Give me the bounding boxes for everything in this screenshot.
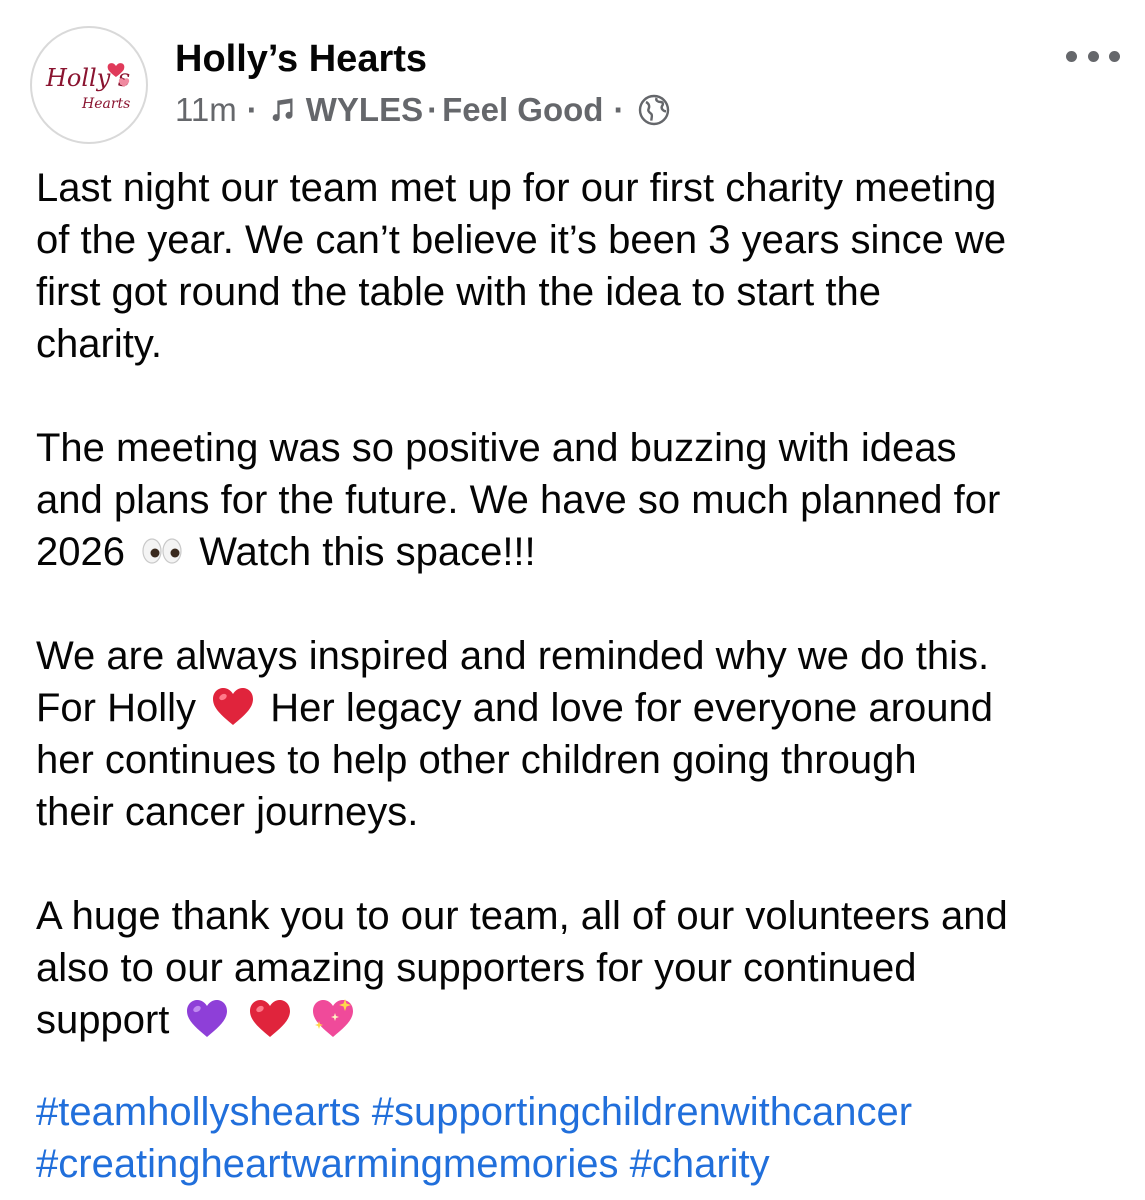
text-line: We are always inspired and reminded why … <box>36 634 990 678</box>
music-song[interactable]: Feel Good <box>442 91 603 129</box>
text-fragment: 2026 <box>36 530 125 574</box>
paragraph-4: A huge thank you to our team, all of our… <box>36 890 1126 1046</box>
paragraph-2: The meeting was so positive and buzzing … <box>36 422 1126 578</box>
eyes-emoji-icon <box>142 538 182 564</box>
music-separator-dot: · <box>427 91 439 128</box>
page-name[interactable]: Holly’s Hearts <box>175 38 427 81</box>
text-fragment: support <box>36 998 170 1042</box>
hashtag-line: #teamhollyshearts #supportingchildrenwit… <box>36 1086 1126 1138</box>
text-line: A huge thank you to our team, all of our… <box>36 894 1008 938</box>
more-options-icon[interactable] <box>1066 46 1120 66</box>
hashtag-link[interactable]: #teamhollyshearts <box>36 1090 361 1134</box>
text-line: Last night our team met up for our first… <box>36 166 997 210</box>
purple-heart-emoji-icon <box>186 1000 227 1037</box>
text-line: For Holly Her legacy and love for everyo… <box>36 682 1126 734</box>
red-heart-emoji-icon <box>213 688 254 725</box>
red-heart-emoji-icon <box>249 1000 290 1037</box>
text-line: of the year. We can’t believe it’s been … <box>36 218 1007 262</box>
sparkling-heart-emoji-icon <box>312 999 353 1037</box>
post-body: Last night our team met up for our first… <box>36 162 1126 1098</box>
hashtag-line: #creatingheartwarmingmemories #charity <box>36 1138 1126 1190</box>
text-line: also to our amazing supporters for your … <box>36 946 917 990</box>
music-artist[interactable]: WYLES <box>306 91 423 129</box>
page-avatar[interactable]: Holly’s Hearts <box>30 26 148 144</box>
text-fragment: Her legacy and love for everyone around <box>270 686 993 730</box>
text-line: her continues to help other children goi… <box>36 738 917 782</box>
logo-text-line2: Hearts <box>81 96 130 112</box>
post-meta: 11m · WYLES · Feel Good · <box>175 90 670 130</box>
text-line: and plans for the future. We have so muc… <box>36 478 1001 522</box>
facebook-post: Holly’s Hearts Holly’s Hearts 11m · WYLE… <box>0 0 1145 1200</box>
text-fragment: For Holly <box>36 686 197 730</box>
more-dot <box>1066 50 1077 62</box>
hashtags: #teamhollyshearts #supportingchildrenwit… <box>36 1086 1126 1190</box>
text-line: charity. <box>36 322 162 366</box>
globe-icon[interactable] <box>638 94 670 126</box>
hashtag-link[interactable]: #charity <box>630 1142 770 1186</box>
music-note-icon <box>272 98 293 122</box>
more-dot <box>1109 50 1120 62</box>
text-line: support <box>36 994 1126 1046</box>
text-line: 2026 Watch this space!!! <box>36 526 1126 578</box>
separator-dot-2: · <box>613 91 625 128</box>
separator-dot: · <box>246 91 258 128</box>
text-line: first got round the table with the idea … <box>36 270 881 314</box>
text-line: The meeting was so positive and buzzing … <box>36 426 957 470</box>
post-time[interactable]: 11m <box>175 91 237 129</box>
text-fragment: Watch this space!!! <box>199 530 536 574</box>
post-header: Holly’s Hearts Holly’s Hearts 11m · WYLE… <box>30 26 1120 144</box>
text-line: their cancer journeys. <box>36 790 419 834</box>
hashtag-link[interactable]: #supportingchildrenwithcancer <box>372 1090 912 1134</box>
hollys-hearts-logo: Holly’s Hearts <box>35 31 143 139</box>
paragraph-1: Last night our team met up for our first… <box>36 162 1126 370</box>
more-dot <box>1087 50 1099 62</box>
paragraph-3: We are always inspired and reminded why … <box>36 630 1126 838</box>
hashtag-link[interactable]: #creatingheartwarmingmemories <box>36 1142 618 1186</box>
